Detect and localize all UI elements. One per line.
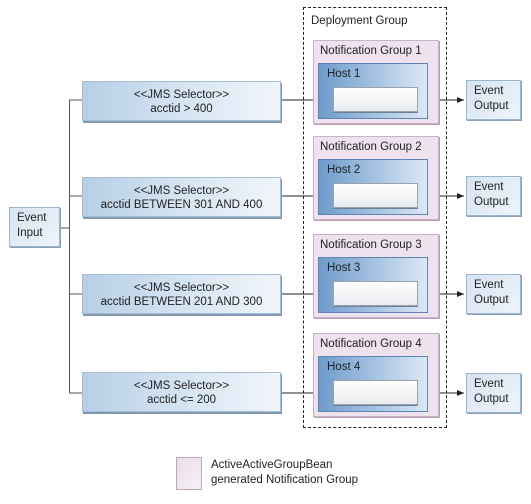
selector-stereotype: <<JMS Selector>> (133, 282, 230, 294)
selector-expression: acctid <= 200 (146, 394, 217, 406)
selector-stereotype: <<JMS Selector>> (133, 185, 230, 197)
host-label: Host 1 (327, 68, 361, 80)
event-output-1: Event Output (466, 80, 521, 120)
selector-stereotype: <<JMS Selector>> (133, 380, 230, 392)
connector-lines (60, 97, 464, 396)
host-label: Host 3 (327, 262, 361, 274)
event-output-line2: Output (474, 294, 509, 306)
event-output-4: Event Output (466, 373, 521, 413)
event-output-line2: Output (474, 393, 509, 405)
event-output-line1: Event (474, 85, 504, 97)
notification-group-label: Notification Group 2 (320, 141, 422, 153)
event-output-3: Event Output (466, 274, 521, 314)
selector-expression: acctid > 400 (150, 103, 213, 115)
notification-group-label: Notification Group 3 (320, 239, 422, 251)
event-output-line1: Event (474, 181, 504, 193)
notification-group-label: Notification Group 4 (320, 338, 422, 350)
event-output-line2: Output (474, 100, 509, 112)
event-output-line1: Event (474, 378, 504, 390)
event-input-line1: Event (17, 212, 47, 224)
event-output-2: Event Output (466, 176, 521, 216)
legend-line1: ActiveActiveGroupBean (211, 459, 333, 471)
jms-selector-2: <<JMS Selector>> acctid BETWEEN 301 AND … (82, 177, 281, 217)
host-3-component (333, 281, 418, 306)
host-label: Host 4 (327, 361, 361, 373)
selector-stereotype: <<JMS Selector>> (133, 89, 230, 101)
host-4-component (333, 380, 418, 405)
legend-swatch (176, 457, 202, 490)
jms-selector-1: <<JMS Selector>> acctid > 400 (82, 81, 281, 121)
host-label: Host 2 (327, 164, 361, 176)
jms-selector-3: <<JMS Selector>> acctid BETWEEN 201 AND … (82, 274, 281, 314)
host-1-component (333, 87, 418, 112)
jms-selector-4: <<JMS Selector>> acctid <= 200 (82, 372, 281, 412)
event-input-node: Event Input (9, 207, 60, 247)
event-output-line2: Output (474, 196, 509, 208)
selector-expression: acctid BETWEEN 201 AND 300 (100, 296, 263, 308)
notification-group-label: Notification Group 1 (320, 45, 422, 57)
selector-expression: acctid BETWEEN 301 AND 400 (100, 199, 263, 211)
legend-line2: generated Notification Group (211, 474, 359, 486)
event-output-line1: Event (474, 279, 504, 291)
event-input-line2: Input (17, 227, 43, 239)
legend-text: ActiveActiveGroupBean generated Notifica… (211, 458, 358, 488)
host-2-component (333, 183, 418, 208)
deployment-group-label: Deployment Group (311, 15, 408, 27)
